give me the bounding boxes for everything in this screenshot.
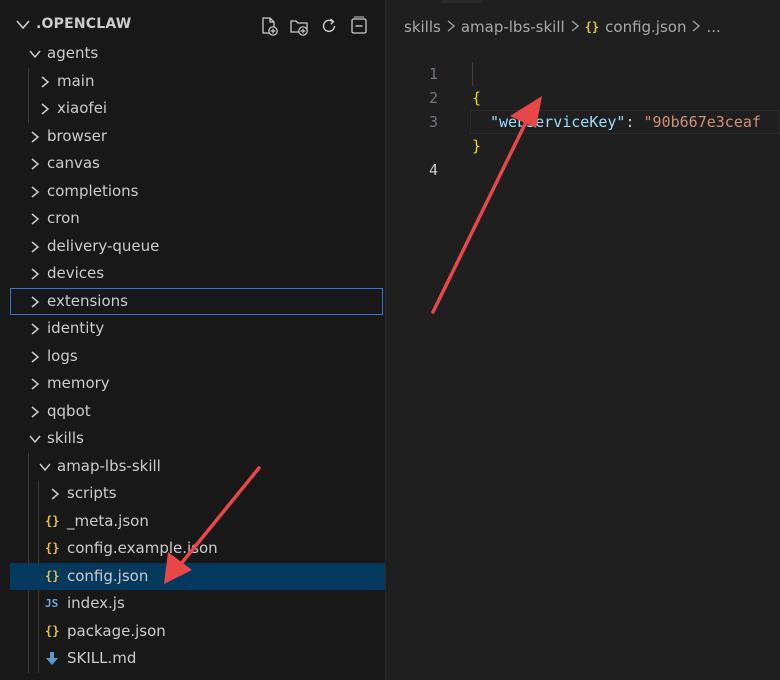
tree-item-config-json[interactable]: {} config.json xyxy=(10,562,385,590)
json-file-icon: {} xyxy=(45,541,60,555)
tree-item-index-js[interactable]: JS index.js xyxy=(0,590,385,618)
tree-item-label: main xyxy=(57,71,95,90)
tree-item-meta-json[interactable]: {} _meta.json xyxy=(0,508,385,536)
chevron-right-icon xyxy=(31,185,40,198)
tree-item-skills[interactable]: skills xyxy=(0,425,385,453)
tree-item-label: cron xyxy=(47,209,80,227)
tree-item-canvas[interactable]: canvas xyxy=(0,150,385,178)
json-file-icon: {} xyxy=(45,513,60,528)
json-file-icon: {} xyxy=(45,623,60,638)
explorer-root-title: .OPENCLAW xyxy=(36,16,132,32)
line-number: 4 xyxy=(428,161,438,179)
chevron-right-icon xyxy=(447,18,455,36)
tree-item-label: agents xyxy=(47,44,99,62)
json-file-icon: {} xyxy=(584,20,600,34)
chevron-down-icon[interactable] xyxy=(16,20,30,30)
code-editor[interactable]: 1 { 2 "webServiceKey": "90b667e3ceaf 3 }… xyxy=(386,38,780,179)
chevron-right-icon xyxy=(31,130,40,143)
indent-guide xyxy=(472,62,473,86)
chevron-right-icon xyxy=(692,18,701,36)
tree-item-agents[interactable]: agents xyxy=(0,40,385,68)
tree-item-label: browser xyxy=(47,126,108,145)
tree-item-browser[interactable]: browser xyxy=(0,123,385,151)
tree-item-scripts[interactable]: scripts xyxy=(0,480,385,508)
tree-item-extensions[interactable]: extensions xyxy=(10,287,383,315)
chevron-right-icon xyxy=(31,405,40,418)
chevron-right-icon xyxy=(571,18,579,36)
chevron-right-icon xyxy=(31,268,40,280)
tree-item-label: skills xyxy=(47,429,84,447)
explorer-panel: .OPENCLAW agents main xiaofei browser ca… xyxy=(0,0,386,680)
tree-item-identity[interactable]: identity xyxy=(0,315,385,343)
tree-item-label: config.example.json xyxy=(67,539,218,557)
file-tree: agents main xiaofei browser canvas compl… xyxy=(0,40,385,673)
tree-item-label: completions xyxy=(47,181,139,200)
tree-item-skill-md[interactable]: SKILL.md xyxy=(0,645,385,673)
chevron-right-icon xyxy=(31,323,40,335)
code-line-active: 4 xyxy=(386,110,780,179)
new-file-icon[interactable] xyxy=(258,15,280,37)
chevron-down-icon xyxy=(29,435,41,444)
tree-item-label: canvas xyxy=(47,154,100,172)
tree-item-label: identity xyxy=(47,319,105,337)
code-line: 1 { xyxy=(386,38,780,107)
markdown-file-icon xyxy=(46,652,58,665)
chevron-right-icon xyxy=(31,350,40,363)
tree-item-label: index.js xyxy=(67,594,125,612)
editor-tab-stub xyxy=(442,0,482,3)
explorer-toolbar xyxy=(258,15,370,37)
breadcrumb: skills amap-lbs-skill {} config.json ... xyxy=(404,16,721,38)
tree-item-label: scripts xyxy=(67,484,117,502)
chevron-down-icon xyxy=(29,50,41,59)
chevron-right-icon xyxy=(31,240,40,253)
editor-panel: skills amap-lbs-skill {} config.json ...… xyxy=(386,0,780,680)
breadcrumb-item-config-json[interactable]: config.json xyxy=(605,18,686,36)
chevron-down-icon xyxy=(39,463,51,471)
tree-item-label: extensions xyxy=(47,291,128,310)
tree-item-label: package.json xyxy=(67,621,166,640)
tree-item-qqbot[interactable]: qqbot xyxy=(0,398,385,426)
tree-item-logs[interactable]: logs xyxy=(0,343,385,371)
refresh-icon[interactable] xyxy=(318,15,340,37)
json-file-icon: {} xyxy=(45,568,60,583)
tree-item-label: amap-lbs-skill xyxy=(57,456,161,475)
tree-item-xiaofei[interactable]: xiaofei xyxy=(0,95,385,123)
collapse-all-icon[interactable] xyxy=(348,15,370,37)
chevron-right-icon xyxy=(31,378,40,390)
breadcrumb-more[interactable]: ... xyxy=(706,18,720,36)
chevron-right-icon xyxy=(31,158,40,170)
code-line: 2 "webServiceKey": "90b667e3ceaf xyxy=(386,62,780,131)
tree-item-label: memory xyxy=(47,374,110,392)
breadcrumb-item-amap-lbs-skill[interactable]: amap-lbs-skill xyxy=(461,18,565,36)
chevron-right-icon xyxy=(31,295,40,308)
js-file-icon: JS xyxy=(45,597,59,610)
code-line: 3 } xyxy=(386,86,780,155)
tree-item-label: delivery-queue xyxy=(47,236,160,255)
explorer-header[interactable]: .OPENCLAW xyxy=(0,12,385,40)
tree-item-label: qqbot xyxy=(47,401,91,420)
chevron-right-icon xyxy=(31,213,40,225)
chevron-right-icon xyxy=(41,103,50,115)
tree-item-label: xiaofei xyxy=(57,99,108,117)
current-line-highlight xyxy=(470,110,780,134)
tree-item-config-example-json[interactable]: {} config.example.json xyxy=(0,535,385,563)
tree-item-delivery-queue[interactable]: delivery-queue xyxy=(0,233,385,261)
tree-item-label: config.json xyxy=(67,566,149,585)
tree-item-main[interactable]: main xyxy=(0,68,385,96)
tree-item-devices[interactable]: devices xyxy=(0,260,385,288)
tree-item-cron[interactable]: cron xyxy=(0,205,385,233)
new-folder-icon[interactable] xyxy=(288,15,310,37)
tree-item-label: SKILL.md xyxy=(67,649,137,667)
tree-item-amap-lbs-skill[interactable]: amap-lbs-skill xyxy=(0,453,385,481)
code-brace-close: } xyxy=(472,137,482,155)
tree-item-memory[interactable]: memory xyxy=(0,370,385,398)
tree-item-completions[interactable]: completions xyxy=(0,178,385,206)
tree-item-label: logs xyxy=(47,346,78,365)
tree-item-label: _meta.json xyxy=(67,511,149,530)
chevron-right-icon xyxy=(41,75,50,88)
chevron-right-icon xyxy=(51,488,60,500)
tree-item-label: devices xyxy=(47,264,105,282)
tree-item-package-json[interactable]: {} package.json xyxy=(0,618,385,646)
breadcrumb-item-skills[interactable]: skills xyxy=(404,18,441,36)
